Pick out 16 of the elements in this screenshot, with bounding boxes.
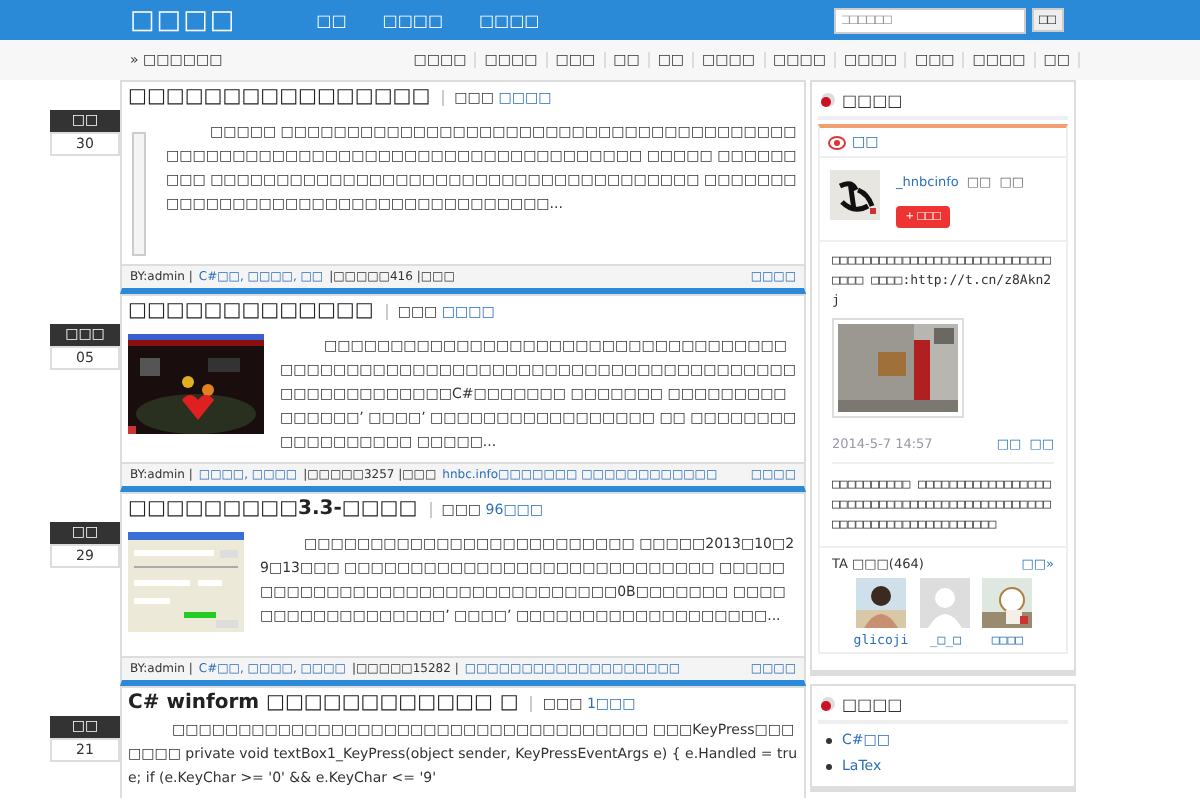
nav-link[interactable]: □□ [316,11,347,29]
post-title[interactable]: □□□□□□□□□□□□□ [128,300,374,322]
nav-link[interactable]: □□□□ [479,11,540,29]
pin-icon [818,92,836,110]
widget-title: □□□□ [842,696,903,714]
post-title[interactable]: □□□□□□□□□□□□□□□□ [128,86,431,108]
post-title[interactable]: C# winform □□□□□□□□□□□□ □ [128,692,519,714]
widget-title: □□□□ [842,92,903,110]
eye-icon [828,134,846,150]
site-logo[interactable]: □□□□ [130,5,237,35]
post-title[interactable]: □□□□□□□□□3.3-□□□□ [128,498,418,520]
nav-link[interactable]: □□□□ [382,11,443,29]
bullet-icon [826,737,832,744]
embed-frame [132,132,146,256]
pin-icon [818,696,836,714]
bullet-icon [826,763,832,770]
